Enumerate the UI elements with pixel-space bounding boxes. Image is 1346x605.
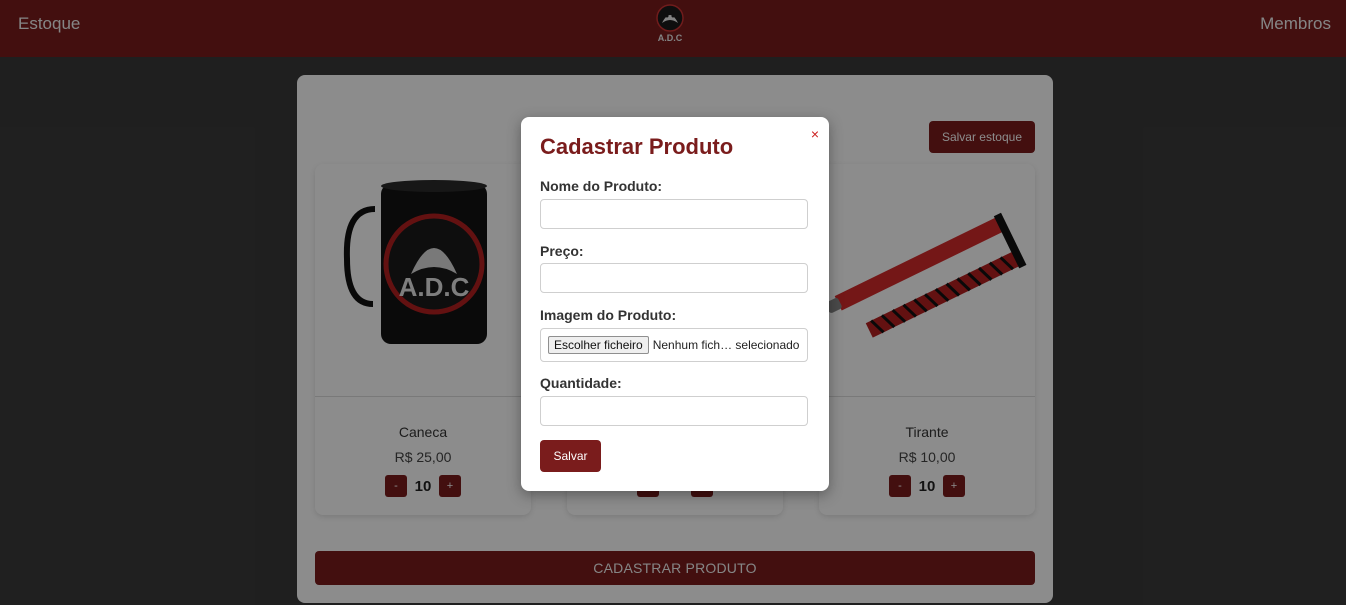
file-status: Nenhum fich… selecionado <box>652 338 800 352</box>
modal-title: Cadastrar Produto <box>540 134 734 159</box>
price-input[interactable] <box>540 263 808 293</box>
close-icon[interactable]: × <box>811 127 819 141</box>
product-name-label: Nome do Produto: <box>540 178 663 194</box>
save-button[interactable]: Salvar <box>540 440 601 472</box>
product-name-input[interactable] <box>540 199 808 229</box>
choose-file-button[interactable]: Escolher ficheiro <box>548 336 649 354</box>
image-file-input[interactable]: Escolher ficheiro Nenhum fich… seleciona… <box>540 328 808 362</box>
register-product-modal: × Cadastrar Produto Nome do Produto: Pre… <box>521 117 829 491</box>
price-label: Preço: <box>540 243 584 259</box>
quantity-label: Quantidade: <box>540 375 622 391</box>
image-label: Imagem do Produto: <box>540 307 677 323</box>
quantity-input[interactable] <box>540 396 808 426</box>
